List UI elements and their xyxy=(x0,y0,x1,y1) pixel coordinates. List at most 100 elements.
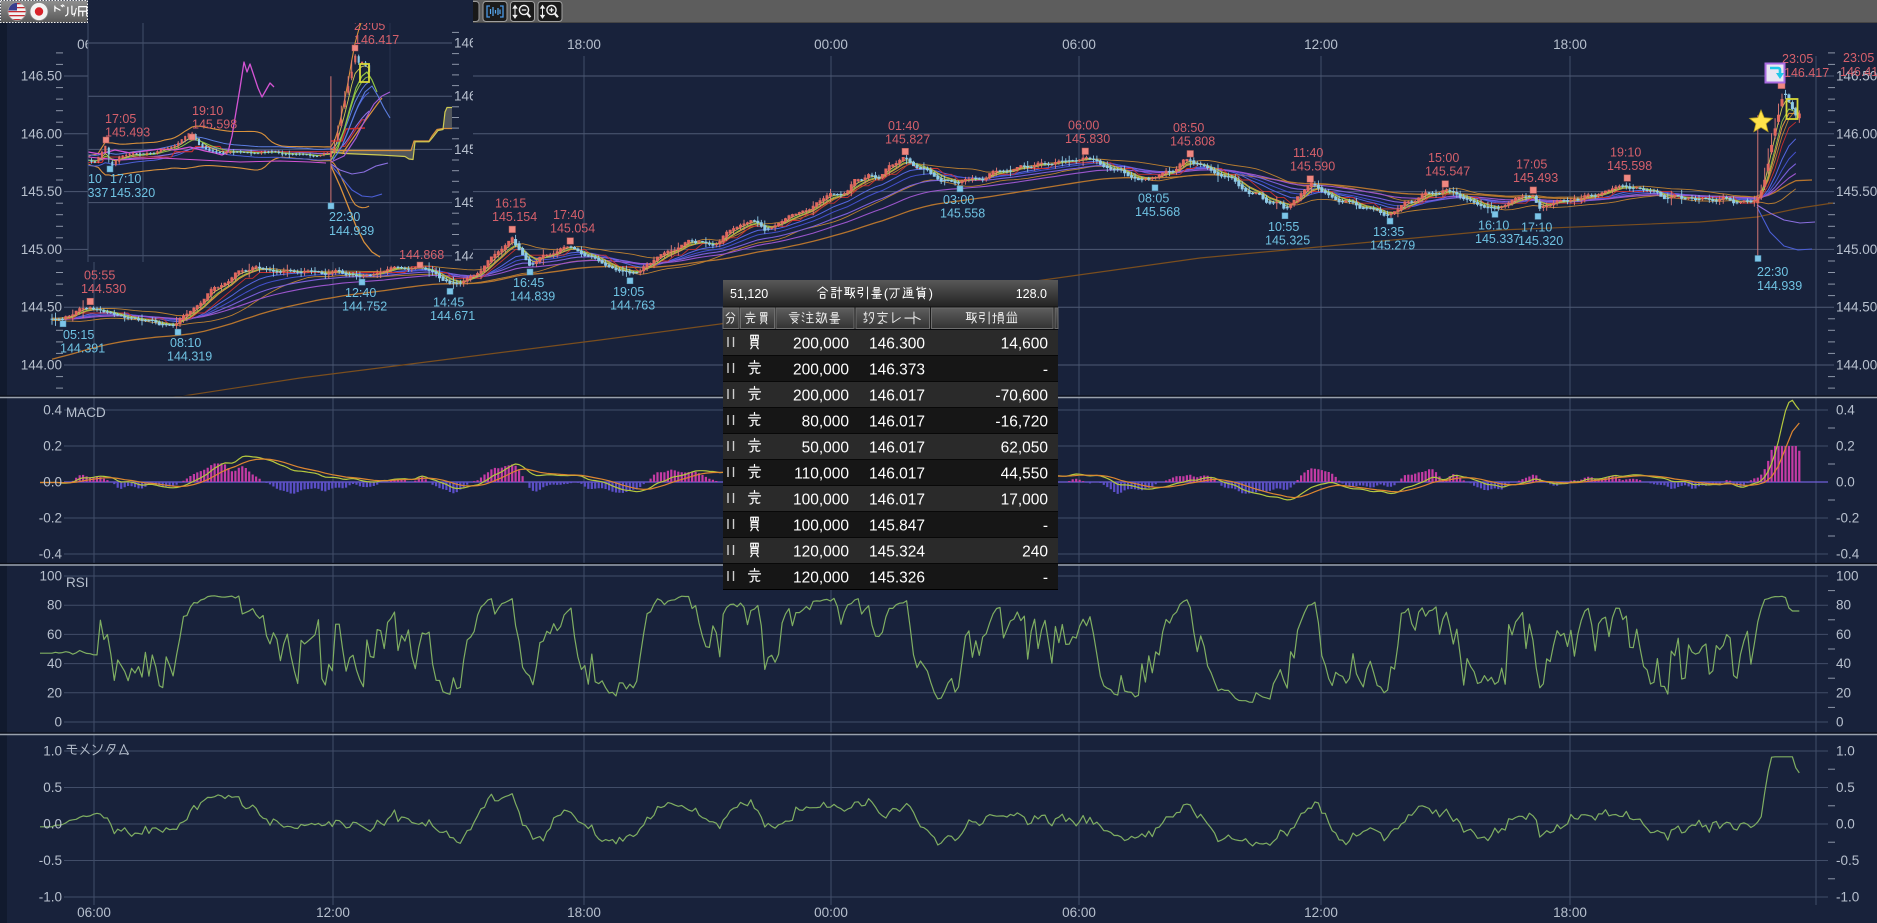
svg-text:146.417: 146.417 xyxy=(1784,66,1829,80)
svg-text:-0.4: -0.4 xyxy=(1836,547,1860,562)
svg-text:0: 0 xyxy=(1836,715,1844,730)
svg-text:144.763: 144.763 xyxy=(610,298,655,312)
svg-text:00:00: 00:00 xyxy=(814,37,848,52)
svg-text:80,000: 80,000 xyxy=(802,414,850,431)
svg-text:23:05: 23:05 xyxy=(1843,51,1874,65)
svg-text:144.319: 144.319 xyxy=(167,350,212,364)
svg-text:18:00: 18:00 xyxy=(1553,905,1587,920)
svg-text:14:45: 14:45 xyxy=(433,295,464,309)
svg-text:144.752: 144.752 xyxy=(342,300,387,314)
svg-text:-: - xyxy=(1043,570,1048,587)
svg-text:144.50: 144.50 xyxy=(21,300,62,315)
svg-text:144.00: 144.00 xyxy=(21,358,62,373)
svg-text:-1.0: -1.0 xyxy=(1836,890,1859,905)
svg-text:146.00: 146.00 xyxy=(1836,126,1877,141)
svg-text:0.4: 0.4 xyxy=(43,403,62,418)
svg-text:05:55: 05:55 xyxy=(84,269,115,283)
svg-text:146.017: 146.017 xyxy=(869,492,925,509)
svg-text:-: - xyxy=(1043,362,1048,379)
svg-text:44,550: 44,550 xyxy=(1001,466,1049,483)
svg-text:20: 20 xyxy=(1836,685,1851,700)
svg-text:19:10: 19:10 xyxy=(192,104,223,118)
svg-text:23:05: 23:05 xyxy=(1782,52,1813,66)
svg-text:18:00: 18:00 xyxy=(567,905,601,920)
svg-text:17:10: 17:10 xyxy=(1521,220,1552,234)
svg-text:100,000: 100,000 xyxy=(793,518,849,535)
svg-text:120,000: 120,000 xyxy=(793,570,849,587)
svg-text:146.417: 146.417 xyxy=(354,33,399,47)
svg-text:1.0: 1.0 xyxy=(43,744,62,759)
svg-text:22:30: 22:30 xyxy=(1757,265,1788,279)
svg-text:145.598: 145.598 xyxy=(1607,159,1652,173)
svg-text:-0.5: -0.5 xyxy=(39,853,62,868)
svg-text:17:10: 17:10 xyxy=(110,172,141,186)
svg-text:12:40: 12:40 xyxy=(345,286,376,300)
svg-text:00:00: 00:00 xyxy=(814,905,848,920)
svg-text:17:05: 17:05 xyxy=(1516,157,1547,171)
svg-text:145.50: 145.50 xyxy=(1836,184,1877,199)
svg-text:20: 20 xyxy=(47,685,62,700)
svg-text:200,000: 200,000 xyxy=(793,362,849,379)
svg-text:12:00: 12:00 xyxy=(1304,37,1338,52)
svg-text:145.590: 145.590 xyxy=(1290,160,1335,174)
svg-text:08:10: 08:10 xyxy=(170,336,201,350)
svg-text:60: 60 xyxy=(47,627,62,642)
svg-text:51,120: 51,120 xyxy=(730,287,768,301)
svg-text:13:35: 13:35 xyxy=(1373,225,1404,239)
svg-text:145.325: 145.325 xyxy=(1265,233,1310,247)
svg-text:-1.0: -1.0 xyxy=(39,890,62,905)
svg-text:145.154: 145.154 xyxy=(492,210,537,224)
svg-text:50,000: 50,000 xyxy=(802,440,850,457)
svg-text:MACD: MACD xyxy=(66,405,106,420)
svg-text:40: 40 xyxy=(47,656,62,671)
svg-text:145.808: 145.808 xyxy=(1170,135,1215,149)
svg-text:145.547: 145.547 xyxy=(1425,165,1470,179)
svg-text:16:45: 16:45 xyxy=(513,276,544,290)
svg-text:0.0: 0.0 xyxy=(1836,817,1855,832)
svg-text:240: 240 xyxy=(1022,544,1048,561)
svg-text:144.391: 144.391 xyxy=(60,341,105,355)
svg-text:12:00: 12:00 xyxy=(316,905,350,920)
svg-text:17,000: 17,000 xyxy=(1001,492,1049,509)
svg-text:0.4: 0.4 xyxy=(1836,403,1855,418)
svg-text:0.0: 0.0 xyxy=(43,475,62,490)
svg-text:145.320: 145.320 xyxy=(110,186,155,200)
svg-text:18:00: 18:00 xyxy=(567,37,601,52)
svg-text:145.827: 145.827 xyxy=(885,132,930,146)
svg-text:144.939: 144.939 xyxy=(1757,279,1802,293)
svg-text:145.054: 145.054 xyxy=(550,222,595,236)
svg-text:03:00: 03:00 xyxy=(943,193,974,207)
svg-text:12:00: 12:00 xyxy=(1304,905,1338,920)
svg-text:146.373: 146.373 xyxy=(869,362,925,379)
svg-text:145.568: 145.568 xyxy=(1135,205,1180,219)
svg-text:120,000: 120,000 xyxy=(793,544,849,561)
svg-text:06:00: 06:00 xyxy=(1062,905,1096,920)
svg-text:146.017: 146.017 xyxy=(869,414,925,431)
svg-text:200,000: 200,000 xyxy=(793,388,849,405)
svg-text:145.830: 145.830 xyxy=(1065,132,1110,146)
svg-text:144.530: 144.530 xyxy=(81,282,126,296)
svg-text:06:00: 06:00 xyxy=(77,905,111,920)
svg-text:80: 80 xyxy=(47,598,62,613)
svg-text:06:00: 06:00 xyxy=(1062,37,1096,52)
svg-text:14,600: 14,600 xyxy=(1001,336,1049,353)
svg-text:01:40: 01:40 xyxy=(888,119,919,133)
svg-text:06:00: 06:00 xyxy=(1068,119,1099,133)
svg-text:60: 60 xyxy=(1836,627,1851,642)
svg-text:0.2: 0.2 xyxy=(43,439,62,454)
svg-text:146.300: 146.300 xyxy=(869,336,925,353)
svg-text:80: 80 xyxy=(1836,598,1851,613)
svg-text:-0.5: -0.5 xyxy=(1836,853,1859,868)
svg-text:200,000: 200,000 xyxy=(793,336,849,353)
svg-text:40: 40 xyxy=(1836,656,1851,671)
svg-text:0.0: 0.0 xyxy=(1836,475,1855,490)
svg-text:-: - xyxy=(1043,518,1048,535)
svg-text:145.337: 145.337 xyxy=(1475,232,1520,246)
svg-text:22:30: 22:30 xyxy=(329,210,360,224)
svg-text:0.5: 0.5 xyxy=(1836,780,1855,795)
svg-text:110,000: 110,000 xyxy=(794,466,849,483)
svg-text:15:00: 15:00 xyxy=(1428,151,1459,165)
svg-text:10:55: 10:55 xyxy=(1268,220,1299,234)
svg-text:145.493: 145.493 xyxy=(105,126,150,140)
svg-text:100: 100 xyxy=(39,569,62,584)
